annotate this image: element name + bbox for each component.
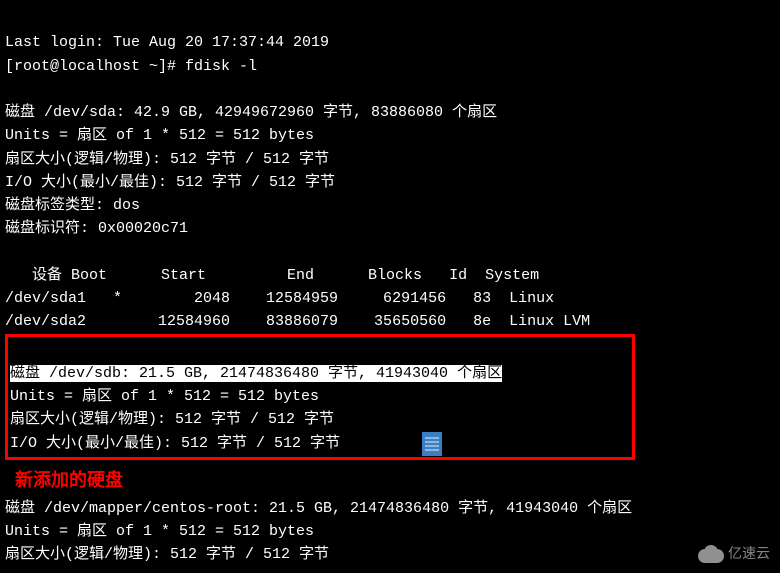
disk-mapper-header: 磁盘 /dev/mapper/centos-root: 21.5 GB, 214… [5, 500, 632, 517]
terminal-output[interactable]: Last login: Tue Aug 20 17:37:44 2019 [ro… [5, 8, 775, 566]
partition-table-header: 设备 Boot Start End Blocks Id System [5, 267, 539, 284]
disk-sdb-io-size: I/O 大小(最小/最佳): 512 字节 / 512 字节 [10, 435, 340, 452]
command-text: fdisk -l [185, 58, 257, 75]
partition-row-sda1: /dev/sda1 * 2048 12584959 6291456 83 Lin… [5, 290, 554, 307]
disk-sda-identifier: 磁盘标识符: 0x00020c71 [5, 220, 188, 237]
shell-prompt: [root@localhost ~]# [5, 58, 185, 75]
highlight-box: 磁盘 /dev/sdb: 21.5 GB, 21474836480 字节, 41… [5, 334, 635, 460]
disk-mapper-sector-size: 扇区大小(逻辑/物理): 512 字节 / 512 字节 [5, 546, 329, 563]
disk-sda-header: 磁盘 /dev/sda: 42.9 GB, 42949672960 字节, 83… [5, 104, 497, 121]
disk-sda-label-type: 磁盘标签类型: dos [5, 197, 140, 214]
text-cursor-icon [422, 432, 442, 456]
disk-sdb-units: Units = 扇区 of 1 * 512 = 512 bytes [10, 388, 319, 405]
watermark: 亿速云 [698, 543, 770, 565]
partition-row-sda2: /dev/sda2 12584960 83886079 35650560 8e … [5, 313, 590, 330]
watermark-text: 亿速云 [728, 543, 770, 565]
last-login-line: Last login: Tue Aug 20 17:37:44 2019 [5, 34, 329, 51]
disk-sda-units: Units = 扇区 of 1 * 512 = 512 bytes [5, 127, 314, 144]
disk-sda-sector-size: 扇区大小(逻辑/物理): 512 字节 / 512 字节 [5, 151, 329, 168]
disk-sdb-sector-size: 扇区大小(逻辑/物理): 512 字节 / 512 字节 [10, 411, 334, 428]
cloud-icon [698, 545, 724, 563]
annotation-new-disk: 新添加的硬盘 [5, 467, 775, 495]
disk-mapper-units: Units = 扇区 of 1 * 512 = 512 bytes [5, 523, 314, 540]
disk-sda-io-size: I/O 大小(最小/最佳): 512 字节 / 512 字节 [5, 174, 335, 191]
disk-sdb-header: 磁盘 /dev/sdb: 21.5 GB, 21474836480 字节, 41… [10, 365, 502, 382]
